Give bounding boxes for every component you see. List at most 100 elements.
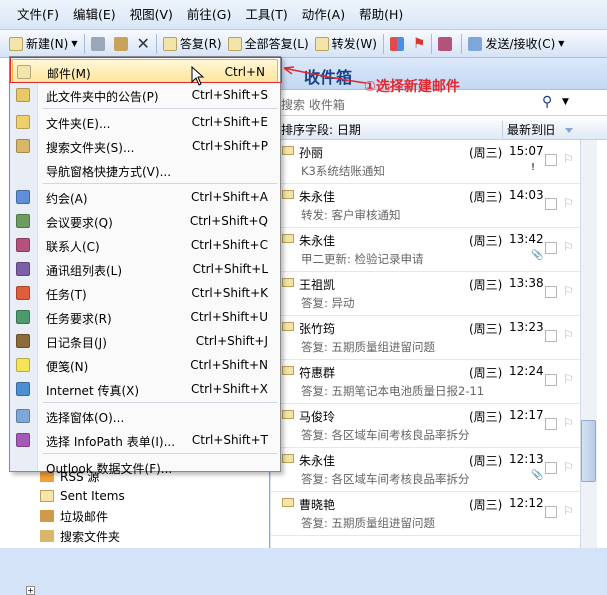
menu-view[interactable]: 视图(V) (123, 0, 180, 30)
print-button[interactable] (88, 33, 111, 55)
mail-list-item[interactable]: 马俊玲 (周三) 12:17 答复: 各区域车间考核良品率拆分 ⚐ (271, 404, 591, 448)
mail-subject: 答复: 五期质量组进留问题 (301, 516, 436, 530)
menu-item-label: 选择窗体(O)... (46, 411, 125, 425)
mail-list-item[interactable]: 王祖凯 (周三) 13:38 答复: 异动 ⚐ (271, 272, 591, 316)
send-receive-button[interactable]: 发送/接收(C) ▼ (465, 33, 567, 55)
mail-subject: 答复: 各区域车间考核良品率拆分 (301, 428, 470, 442)
address-book-icon (438, 36, 453, 51)
menu-item-label: 便笺(N) (46, 360, 89, 374)
reply-all-label: 全部答复(L) (244, 37, 309, 51)
mail-category-checkbox[interactable] (545, 374, 557, 386)
mail-subject: 转发: 客户审核通知 (301, 208, 401, 222)
mail-list-item[interactable]: 孙丽 (周三) 15:07 K3系统结账通知! ⚐ (271, 140, 591, 184)
follow-up-flag-icon[interactable]: ⚐ (563, 460, 574, 474)
new-menu-item[interactable]: 此文件夹中的公告(P) Ctrl+Shift+S (10, 83, 280, 107)
junk-icon (40, 510, 54, 522)
mail-subject: 甲二更新: 检验记录申请 (301, 252, 424, 266)
new-menu-item[interactable]: 通讯组列表(L) Ctrl+Shift+L (10, 257, 280, 281)
envelope-icon (282, 190, 294, 199)
nav-item-search-folders[interactable]: 搜索文件夹 (40, 526, 120, 546)
follow-up-flag-icon[interactable]: ⚐ (563, 240, 574, 254)
new-menu-item[interactable]: Outlook 数据文件(F)... (10, 455, 280, 479)
sort-order-label[interactable]: 最新到旧 (502, 121, 573, 138)
envelope-icon (282, 498, 294, 507)
search-icon[interactable]: ⚲ (542, 94, 552, 110)
menu-go[interactable]: 前往(G) (180, 0, 238, 30)
mail-category-checkbox[interactable] (545, 154, 557, 166)
follow-up-flag-icon[interactable]: ⚐ (563, 416, 574, 430)
scrollbar[interactable] (580, 140, 597, 548)
new-menu-item[interactable]: 选择窗体(O)... (10, 404, 280, 428)
nav-item-sent[interactable]: Sent Items (40, 486, 125, 506)
mail-category-checkbox[interactable] (545, 198, 557, 210)
scrollbar-thumb[interactable] (581, 420, 596, 482)
new-button[interactable]: 新建(N) ▼ (6, 33, 81, 55)
menu-help[interactable]: 帮助(H) (352, 0, 410, 30)
mail-category-checkbox[interactable] (545, 330, 557, 342)
follow-up-flag-icon[interactable]: ⚐ (563, 152, 574, 166)
new-menu-item[interactable]: 便笺(N) Ctrl+Shift+N (10, 353, 280, 377)
arrange-by-label[interactable]: 排序字段: 日期 (281, 121, 361, 138)
mail-category-checkbox[interactable] (545, 506, 557, 518)
mail-sender: 孙丽 (299, 146, 324, 160)
follow-up-button[interactable]: ⚑ (410, 33, 429, 55)
menu-item-label: 选择 InfoPath 表单(I)... (46, 435, 176, 449)
reply-button[interactable]: 答复(R) (160, 33, 225, 55)
follow-up-flag-icon[interactable]: ⚐ (563, 504, 574, 518)
menu-tools[interactable]: 工具(T) (238, 0, 294, 30)
new-menu-item[interactable]: Internet 传真(X) Ctrl+Shift+X (10, 377, 280, 401)
mail-list-item[interactable]: 朱永佳 (周三) 12:13 答复: 各区域车间考核良品率拆分 📎 ⚐ (271, 448, 591, 492)
menu-actions[interactable]: 动作(A) (295, 0, 352, 30)
note-icon (16, 358, 30, 372)
new-menu-item[interactable]: 文件夹(E)... Ctrl+Shift+E (10, 110, 280, 134)
envelope-icon (282, 234, 294, 243)
nav-item-label: 垃圾邮件 (60, 509, 109, 524)
forward-button[interactable]: 转发(W) (312, 33, 380, 55)
mail-list-item[interactable]: 张竹筠 (周三) 13:23 答复: 五期质量组进留问题 ⚐ (271, 316, 591, 360)
menu-file[interactable]: 文件(F) (10, 0, 66, 30)
forward-icon (314, 36, 329, 51)
nav-item-junk[interactable]: 垃圾邮件 (40, 506, 108, 526)
mail-category-checkbox[interactable] (545, 242, 557, 254)
new-menu-item[interactable]: 约会(A) Ctrl+Shift+A (10, 185, 280, 209)
new-menu-item[interactable]: 任务要求(R) Ctrl+Shift+U (10, 305, 280, 329)
menu-item-shortcut: Ctrl+Shift+J (195, 334, 268, 348)
new-menu-item[interactable]: 选择 InfoPath 表单(I)... Ctrl+Shift+T (10, 428, 280, 452)
expand-icon[interactable]: + (26, 586, 35, 595)
chevron-down-icon[interactable]: ▼ (562, 97, 569, 107)
chevron-down-icon[interactable]: ▼ (71, 39, 77, 48)
mail-sender: 曹晓艳 (299, 498, 336, 512)
mail-time: 12:24 (509, 364, 544, 378)
mail-list-item[interactable]: 朱永佳 (周三) 13:42 甲二更新: 检验记录申请 📎 ⚐ (271, 228, 591, 272)
follow-up-flag-icon[interactable]: ⚐ (563, 196, 574, 210)
chevron-down-icon[interactable]: ▼ (558, 39, 564, 48)
follow-up-flag-icon[interactable]: ⚐ (563, 372, 574, 386)
follow-up-flag-icon[interactable]: ⚐ (563, 284, 574, 298)
move-button[interactable] (111, 33, 134, 55)
mail-day: (周三) (469, 190, 503, 204)
menu-edit[interactable]: 编辑(E) (66, 0, 123, 30)
new-menu-item[interactable]: 日记条目(J) Ctrl+Shift+J (10, 329, 280, 353)
mail-category-checkbox[interactable] (545, 286, 557, 298)
menu-item-label: 任务(T) (46, 288, 87, 302)
delete-button[interactable]: ✕ (134, 33, 153, 55)
mail-category-checkbox[interactable] (545, 418, 557, 430)
address-book-button[interactable] (435, 33, 458, 55)
reply-all-button[interactable]: 全部答复(L) (225, 33, 312, 55)
new-menu-item[interactable]: 导航窗格快捷方式(V)... (10, 158, 280, 182)
search-input[interactable]: 搜索 收件箱 (281, 96, 345, 113)
fax-icon (16, 382, 30, 396)
new-menu-item[interactable]: 搜索文件夹(S)... Ctrl+Shift+P (10, 134, 280, 158)
new-menu-item[interactable]: 任务(T) Ctrl+Shift+K (10, 281, 280, 305)
mail-category-checkbox[interactable] (545, 462, 557, 474)
envelope-icon (282, 454, 294, 463)
follow-up-flag-icon[interactable]: ⚐ (563, 328, 574, 342)
new-menu-item[interactable]: 会议要求(Q) Ctrl+Shift+Q (10, 209, 280, 233)
menu-separator (43, 453, 277, 454)
menu-item-shortcut: Ctrl+Shift+A (191, 190, 268, 204)
mail-list-item[interactable]: 曹晓艳 (周三) 12:12 答复: 五期质量组进留问题 ⚐ (271, 492, 591, 536)
new-menu-item[interactable]: 联系人(C) Ctrl+Shift+C (10, 233, 280, 257)
mail-list-item[interactable]: 朱永佳 (周三) 14:03 转发: 客户审核通知 ⚐ (271, 184, 591, 228)
mail-list-item[interactable]: 符惠群 (周三) 12:24 答复: 五期笔记本电池质量日报2-11 ⚐ (271, 360, 591, 404)
categorize-button[interactable] (387, 33, 410, 55)
